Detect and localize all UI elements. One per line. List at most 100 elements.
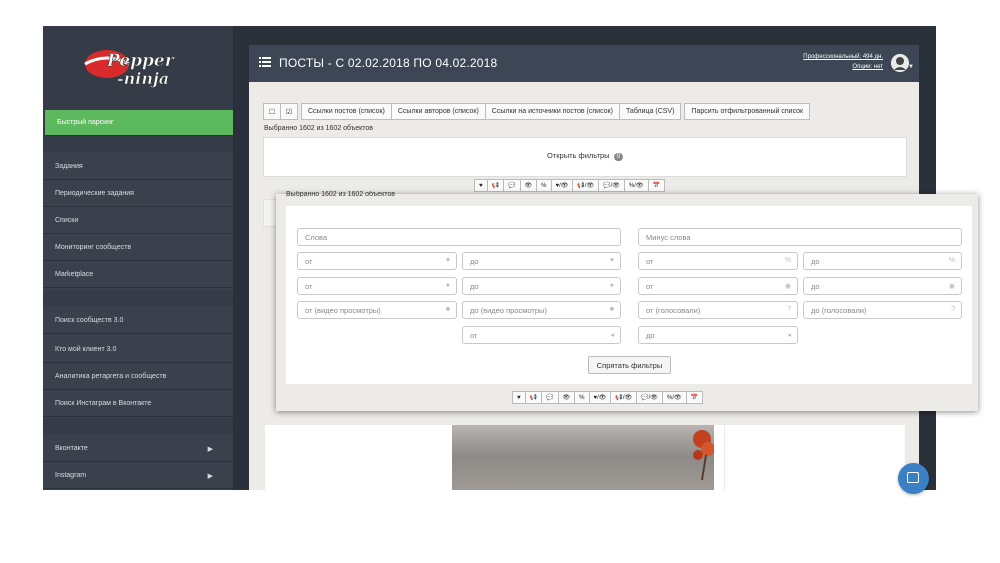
sidebar-item-who-is-my-client[interactable]: Кто мой клиент 3.0 [43,337,233,363]
pepper-ninja-logo[interactable]: Pepper -ninja [79,42,179,94]
sidebar-group-networks: Вконтакте ▶ Instagram ▶ [43,434,233,490]
open-filters-link[interactable]: Открыть фильтры 0 [264,151,906,161]
sort-date-button[interactable]: 📅 [685,391,703,404]
votes-to-input[interactable]: до (голосовали)? [803,301,962,319]
likes-from-input[interactable]: от ♥ [297,252,457,270]
comment-icon: 💬 [546,395,554,401]
views-to-input[interactable]: до ◉ [803,277,962,295]
sort-likes-per-view-button[interactable]: ♥/👁 [588,391,612,404]
views-from-input[interactable]: от ◉ [638,277,798,295]
minus-words-input[interactable]: Минус слова [638,228,962,246]
filters-panel: Слова Минус слова от ♥ до ♥ от% до% от ● до… [286,206,972,384]
sidebar-item-instagram-in-vk[interactable]: Поиск Инстаграм в Вконтакте [43,391,233,417]
sidebar: Pepper -ninja Быстрый парсинг Задания Пе… [43,26,233,490]
sort-percent-per-view-button[interactable]: %/👁 [623,179,649,192]
reposts-to-input[interactable]: до ◂ [638,326,798,344]
sort-reposts-per-view-button[interactable]: 📢/👁 [610,391,638,404]
question-icon: ? [951,306,955,313]
sort-percent-button[interactable]: % [574,391,590,404]
percent-eye-icon: %/👁 [666,395,682,401]
list-icon[interactable] [259,57,271,67]
megaphone-icon: 📢 [529,395,538,401]
sidebar-item-community-search[interactable]: Поиск сообществ 3.0 [43,308,233,334]
sidebar-item-quick-parsing[interactable]: Быстрый парсинг [45,110,233,136]
sidebar-item-vkontakte[interactable]: Вконтакте ▶ [43,436,233,462]
heart-icon: ♥ [609,257,614,264]
sort-comments-per-view-button[interactable]: 💬/👁 [598,179,625,192]
source-links-button[interactable]: Ссылки на источники постов (список) [484,103,620,120]
hide-filters-button[interactable]: Спрятать фильтры [588,356,671,374]
heart-icon: ♥ [517,394,521,401]
select-all-checkbox[interactable]: ☐ [263,103,281,120]
heart-icon: ♥ [445,257,450,264]
parse-filtered-button[interactable]: Парсить отфильтрованный список [684,103,811,120]
reposts-from-input[interactable]: от ◂ [462,326,621,344]
post-card[interactable] [725,425,905,490]
sidebar-item-tasks[interactable]: Задания [43,154,233,180]
sort-views-button[interactable]: 👁 [519,179,538,192]
percent-icon: % [948,257,955,264]
sidebar-item-marketplace[interactable]: Marketplace [43,262,233,288]
select-filtered-button[interactable]: ☑ [280,103,298,120]
field-placeholder: до [811,256,820,266]
post-card[interactable] [265,425,445,490]
sidebar-item-label: Аналитика ретаргета и сообществ [55,373,167,380]
calendar-icon: 📅 [652,183,660,189]
account-info: Профессиональный: 494 дн. Опции: нет [803,52,883,72]
minus-words-placeholder: Минус слова [646,232,691,242]
svg-text:Pepper: Pepper [106,51,175,71]
sort-date-button[interactable]: 📅 [647,179,665,192]
sidebar-item-community-monitoring[interactable]: Мониторинг сообществ [43,235,233,261]
sort-likes-per-view-button[interactable]: ♥/👁 [550,179,574,192]
comments-from-input[interactable]: от ● [297,277,457,295]
export-toolbar: ☐ ☑ Ссылки постов (список) Ссылки авторо… [263,103,811,120]
votes-from-input[interactable]: от (голосовали)? [638,301,798,319]
field-placeholder: до (голосовали) [811,305,867,315]
sidebar-item-periodic-tasks[interactable]: Периодические задания [43,181,233,207]
plan-link[interactable]: Профессиональный: 494 дн. [803,52,883,62]
sidebar-item-retarget-analytics[interactable]: Аналитика ретаргета и сообществ [43,364,233,390]
comment-icon: ● [609,282,614,289]
sidebar-item-lists[interactable]: Списки [43,208,233,234]
eye-icon: ◉ [948,283,955,290]
sort-views-button[interactable]: 👁 [557,391,576,404]
percent-to-input[interactable]: до% [803,252,962,270]
options-link[interactable]: Опции: нет [803,62,883,72]
sort-percent-per-view-button[interactable]: %/👁 [661,391,687,404]
comment-icon: ● [445,282,450,289]
field-placeholder: до (видео просмотры) [470,305,547,315]
caret-right-icon: ▶ [207,445,213,453]
eye-icon: 👁 [562,395,571,401]
filters-overlay: Выбранно 1602 из 1602 объектов Слова Мин… [276,191,978,411]
sort-reposts-button[interactable]: 📢 [486,179,505,192]
words-input[interactable]: Слова [297,228,621,246]
page-title: ПОСТЫ - С 02.02.2018 ПО 04.02.2018 [279,56,498,70]
post-links-button[interactable]: Ссылки постов (список) [301,103,392,120]
likes-to-input[interactable]: до ♥ [462,252,621,270]
sort-reposts-per-view-button[interactable]: 📢/👁 [572,179,600,192]
eye-icon: ◉ [784,283,791,290]
sort-comments-button[interactable]: 💬 [503,179,521,192]
words-placeholder: Слова [305,232,328,242]
post-card-photo[interactable] [442,425,724,490]
sort-comments-per-view-button[interactable]: 💬/👁 [636,391,663,404]
video-icon: ■ [609,306,614,313]
author-links-button[interactable]: Ссылки авторов (список) [390,103,486,120]
sort-reposts-button[interactable]: 📢 [524,391,543,404]
chat-widget-button[interactable] [898,463,929,494]
video-views-to-input[interactable]: до (видео просмотры) ■ [462,301,621,319]
sort-comments-button[interactable]: 💬 [541,391,559,404]
video-views-from-input[interactable]: от (видео просмотры) ■ [297,301,457,319]
percent-from-input[interactable]: от% [638,252,798,270]
avatar[interactable] [891,54,909,72]
csv-table-button[interactable]: Таблица (CSV) [618,103,682,120]
sort-likes-button[interactable]: ♥ [474,179,488,192]
sort-likes-button[interactable]: ♥ [512,391,526,404]
chevron-down-icon[interactable]: ▼ [908,64,914,70]
field-placeholder: от (голосовали) [646,305,701,315]
sidebar-item-instagram[interactable]: Instagram ▶ [43,463,233,489]
selection-count: Выбранно 1602 из 1602 объектов [264,125,373,132]
sidebar-item-label: Instagram [55,472,87,479]
sort-percent-button[interactable]: % [536,179,552,192]
comments-to-input[interactable]: до ● [462,277,621,295]
